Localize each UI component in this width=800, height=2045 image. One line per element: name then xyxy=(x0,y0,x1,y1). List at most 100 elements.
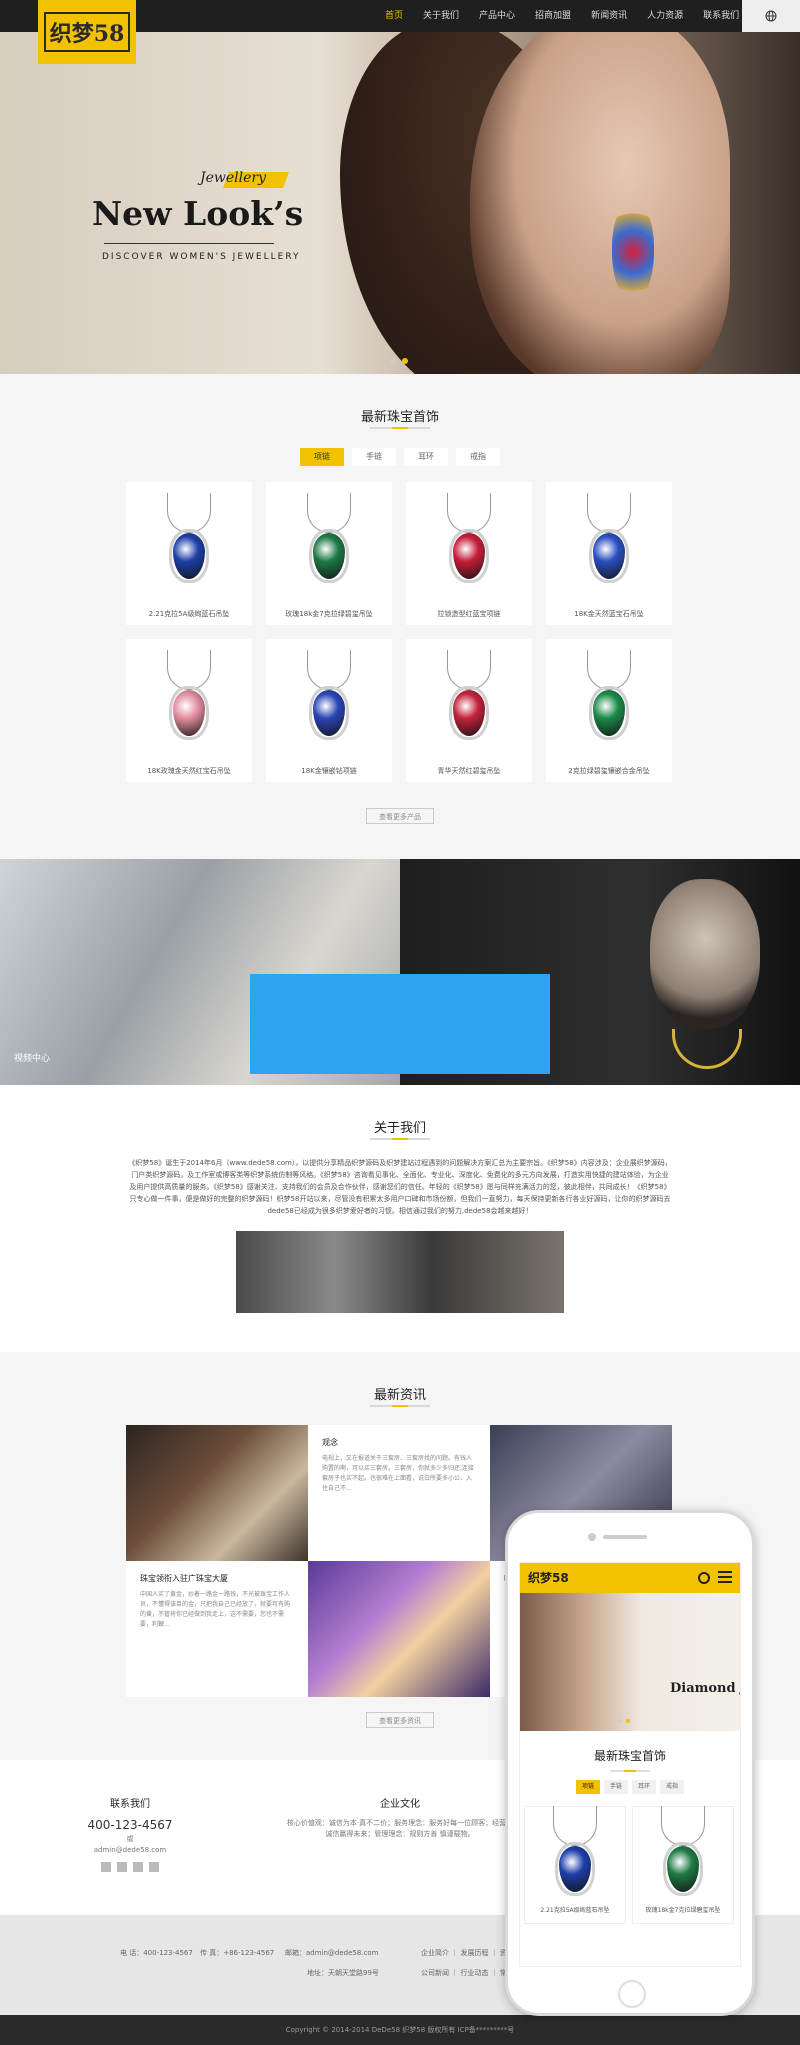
product-card[interactable]: 18K玫瑰金天然红宝石吊坠 xyxy=(126,639,252,782)
contact-title: 联系我们 xyxy=(110,1799,150,1810)
news-card-title: 珠宝领衔入驻广珠宝大厦 xyxy=(140,1574,228,1583)
top-header: 织梦58 首页 关于我们 产品中心 招商加盟 新闻资讯 人力资源 联系我们 xyxy=(0,0,800,64)
product-card[interactable]: 18K金镶嵌钻项链 xyxy=(266,639,392,782)
product-card[interactable]: 青华天然红碧玺吊坠 xyxy=(406,639,532,782)
phone-camera xyxy=(588,1533,596,1541)
mobile-tabs: 项链 手链 耳环 戒指 xyxy=(520,1780,740,1794)
contact-email[interactable]: admin@dede58.com xyxy=(70,1845,190,1856)
product-tabs: 项链 手链 耳环 戒指 xyxy=(300,448,500,466)
copyright-bar: Copyright © 2014-2014 DeDe58 织梦58 版权所有 I… xyxy=(0,2015,800,2045)
product-name: 青华天然红碧玺吊坠 xyxy=(437,767,501,775)
nav-item-franchise[interactable]: 招商加盟 xyxy=(525,0,581,32)
footer-links[interactable]: 企业简介 ｜ 发展历程 ｜ 资 xyxy=(421,1948,507,1958)
contact-block: 联系我们 400-123-4567 或 admin@dede58.com xyxy=(70,1795,190,1872)
product-name: 18K金天然蓝宝石吊坠 xyxy=(574,610,644,618)
mobile-hero-dot[interactable] xyxy=(618,1719,622,1723)
nav-item-home[interactable]: 首页 xyxy=(375,0,413,32)
products-title: 最新珠宝首饰 xyxy=(360,410,439,425)
mobile-hero-pagination xyxy=(618,1719,630,1723)
hero-divider xyxy=(104,243,274,244)
culture-line: 诚信赢得未来；管理理念：规则方善 慎谨载物。 xyxy=(325,1830,475,1838)
hero-dot[interactable] xyxy=(390,358,396,364)
mobile-preview-device: 织梦58 Diamond Jewe 最新珠宝首饰 项链 手链 耳环 戒指 2.2… xyxy=(505,1510,755,2016)
tab-bracelet[interactable]: 手链 xyxy=(352,448,396,466)
video-player-box[interactable] xyxy=(250,974,550,1074)
pendant-image xyxy=(579,650,639,750)
hero-dot-active[interactable] xyxy=(402,358,408,364)
mobile-hero-text: Diamond Jewe xyxy=(670,1681,740,1696)
news-card[interactable]: 观念 电视上，又在报道关于三套房、三套房找的问题。有钱人购置的啊，可以买三套房。… xyxy=(308,1425,490,1561)
video-center-label[interactable]: 视频中心 xyxy=(14,1051,50,1064)
wechat-icon[interactable] xyxy=(117,1862,127,1872)
about-title: 关于我们 xyxy=(373,1121,426,1136)
mobile-hero: Diamond Jewe xyxy=(520,1593,740,1731)
product-card[interactable]: 2.21克拉5A级绚蓝石吊坠 xyxy=(126,482,252,625)
more-products-button[interactable]: 查看更多产品 xyxy=(366,808,434,824)
logo-text: 织梦58 xyxy=(43,12,131,52)
mobile-product-name: 2.21克拉5A级绚蓝石吊坠 xyxy=(540,1907,610,1914)
mobile-screen: 织梦58 Diamond Jewe 最新珠宝首饰 项链 手链 耳环 戒指 2.2… xyxy=(519,1562,741,1967)
mobile-product-grid: 2.21克拉5A级绚蓝石吊坠 玫瑰18k金7克拉绿碧玺吊坠 xyxy=(520,1794,740,1924)
globe-icon[interactable] xyxy=(698,1572,710,1584)
contact-phone: 400-123-4567 xyxy=(87,1818,173,1832)
mobile-product-card[interactable]: 2.21克拉5A级绚蓝石吊坠 xyxy=(524,1806,626,1924)
hamburger-menu-icon[interactable] xyxy=(718,1571,732,1583)
mobile-section-underline xyxy=(610,1770,650,1772)
contact-or: 或 xyxy=(126,1835,134,1843)
nav-item-about[interactable]: 关于我们 xyxy=(413,0,469,32)
mobile-tab-ring[interactable]: 戒指 xyxy=(660,1780,684,1794)
mobile-tab-bracelet[interactable]: 手链 xyxy=(604,1780,628,1794)
product-name: 18K金镶嵌钻项链 xyxy=(301,767,357,775)
phone-speaker xyxy=(603,1535,647,1539)
news-title-underline xyxy=(370,1405,430,1407)
hero-subtitle: DISCOVER WOMEN'S JEWELLERY xyxy=(102,252,301,262)
mobile-tab-necklace[interactable]: 项链 xyxy=(576,1780,600,1794)
more-news-button[interactable]: 查看更多资讯 xyxy=(366,1712,434,1728)
mobile-hero-dot-active[interactable] xyxy=(626,1719,630,1723)
mobile-logo[interactable]: 织梦58 xyxy=(528,1569,569,1586)
tab-ring[interactable]: 戒指 xyxy=(456,448,500,466)
culture-line: 核心价值观：诚信为本·真不二价；服务理念：服务好每一位顾客；经营理 xyxy=(286,1819,514,1827)
news-image-fashion[interactable] xyxy=(308,1561,490,1697)
nav-item-products[interactable]: 产品中心 xyxy=(469,0,525,32)
product-card[interactable]: 18K金天然蓝宝石吊坠 xyxy=(546,482,672,625)
product-card[interactable]: 2克拉绿碧玺镶嵌合金吊坠 xyxy=(546,639,672,782)
main-nav: 首页 关于我们 产品中心 招商加盟 新闻资讯 人力资源 联系我们 xyxy=(375,0,749,32)
mobile-product-card[interactable]: 玫瑰18k金7克拉绿碧玺吊坠 xyxy=(632,1806,734,1924)
tab-earring[interactable]: 耳环 xyxy=(404,448,448,466)
product-card[interactable]: 玫瑰18k金7克拉绿碧玺吊坠 xyxy=(266,482,392,625)
tencent-icon[interactable] xyxy=(149,1862,159,1872)
nav-item-hr[interactable]: 人力资源 xyxy=(637,0,693,32)
about-title-underline xyxy=(370,1138,430,1140)
pendant-image xyxy=(653,1806,713,1906)
site-logo[interactable]: 织梦58 xyxy=(38,0,136,64)
weibo-icon[interactable] xyxy=(101,1862,111,1872)
hero-script-text: Jewellery xyxy=(200,170,267,186)
pendant-image xyxy=(579,493,639,593)
news-card-summary: 电视上，又在报道关于三套房、三套房找的问题。有钱人购置的啊，可以买三套房。三套房… xyxy=(322,1455,474,1492)
language-button[interactable] xyxy=(742,0,800,32)
product-name: 2.21克拉5A级绚蓝石吊坠 xyxy=(148,610,230,618)
globe-icon xyxy=(765,10,777,22)
product-name: 拉锁造型红蓝宝项链 xyxy=(437,610,501,618)
nav-item-news[interactable]: 新闻资讯 xyxy=(581,0,637,32)
product-name: 玫瑰18k金7克拉绿碧玺吊坠 xyxy=(285,610,373,618)
mobile-header: 织梦58 xyxy=(520,1563,740,1593)
pendant-image xyxy=(299,650,359,750)
tab-necklace[interactable]: 项链 xyxy=(300,448,344,466)
footer-address: 地址：天朝天堂路99号 xyxy=(307,1969,379,1977)
news-card-summary: 中国人买了黄金，炒着一路金一路钱，不光被珠宝工作人员，不懂得该目的金，只把我自己… xyxy=(140,1591,291,1628)
hero-earring-image xyxy=(612,202,654,302)
news-image-store[interactable] xyxy=(126,1425,308,1561)
qq-icon[interactable] xyxy=(133,1862,143,1872)
pendant-image xyxy=(439,493,499,593)
hero-pagination xyxy=(390,358,408,364)
news-card[interactable]: 珠宝领衔入驻广珠宝大厦 中国人买了黄金，炒着一路金一路钱，不光被珠宝工作人员，不… xyxy=(126,1561,308,1697)
footer-links[interactable]: 公司新闻 ｜ 行业动态 ｜ 常 xyxy=(421,1968,507,1978)
about-text: 《织梦58》诞生于2014年6月（www.dede58.com），以提供分享精品… xyxy=(128,1159,672,1215)
mobile-tab-earring[interactable]: 耳环 xyxy=(632,1780,656,1794)
product-card[interactable]: 拉锁造型红蓝宝项链 xyxy=(406,482,532,625)
promo-banner: 视频中心 xyxy=(0,859,800,1085)
social-icons xyxy=(70,1862,190,1872)
nav-item-contact[interactable]: 联系我们 xyxy=(693,0,749,32)
